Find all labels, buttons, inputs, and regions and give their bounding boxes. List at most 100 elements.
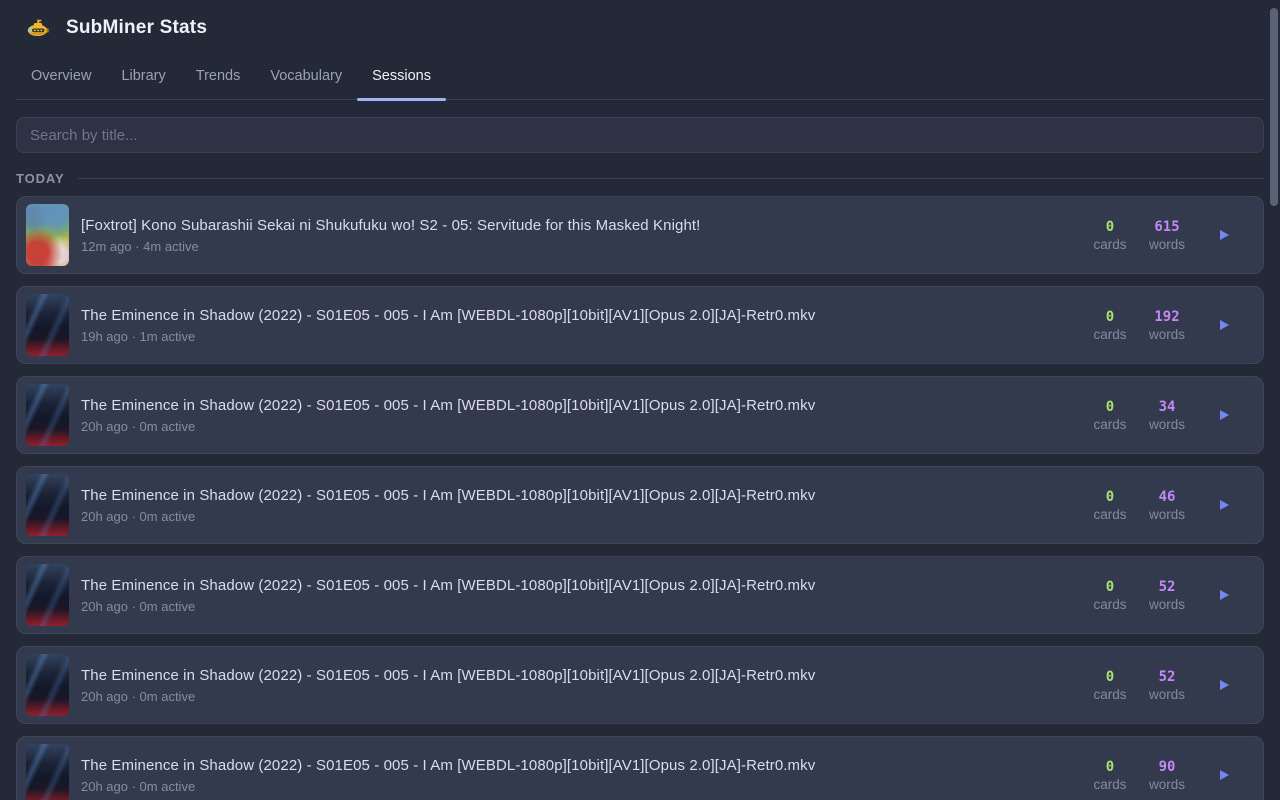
session-stats: 0 cards 52 words xyxy=(1090,669,1233,702)
cards-stat: 0 cards xyxy=(1090,579,1130,612)
session-title: [Foxtrot] Kono Subarashii Sekai ni Shuku… xyxy=(81,217,1074,234)
words-count: 192 xyxy=(1154,309,1179,325)
play-button[interactable] xyxy=(1215,766,1233,784)
session-thumbnail xyxy=(26,474,69,536)
session-stats: 0 cards 34 words xyxy=(1090,399,1233,432)
session-card[interactable]: The Eminence in Shadow (2022) - S01E05 -… xyxy=(16,646,1264,724)
session-stats: 0 cards 615 words xyxy=(1090,219,1233,252)
session-title: The Eminence in Shadow (2022) - S01E05 -… xyxy=(81,487,1074,504)
session-thumbnail xyxy=(26,564,69,626)
section-divider xyxy=(78,178,1264,179)
tab-trends[interactable]: Trends xyxy=(181,62,256,99)
play-button[interactable] xyxy=(1215,406,1233,424)
session-meta: 20h ago · 0m active xyxy=(81,419,1074,434)
play-icon xyxy=(1220,500,1229,510)
cards-stat: 0 cards xyxy=(1090,669,1130,702)
play-button[interactable] xyxy=(1215,226,1233,244)
search-input[interactable] xyxy=(16,117,1264,153)
session-thumbnail xyxy=(26,384,69,446)
session-title: The Eminence in Shadow (2022) - S01E05 -… xyxy=(81,757,1074,774)
play-button[interactable] xyxy=(1215,586,1233,604)
session-stats: 0 cards 52 words xyxy=(1090,579,1233,612)
cards-label: cards xyxy=(1093,237,1126,252)
session-meta: 20h ago · 0m active xyxy=(81,779,1074,794)
search-bar xyxy=(16,117,1264,153)
cards-count: 0 xyxy=(1106,669,1114,685)
session-stats: 0 cards 90 words xyxy=(1090,759,1233,792)
cards-count: 0 xyxy=(1106,219,1114,235)
session-card[interactable]: The Eminence in Shadow (2022) - S01E05 -… xyxy=(16,466,1264,544)
cards-stat: 0 cards xyxy=(1090,399,1130,432)
page: SubMiner Stats Overview Library Trends V… xyxy=(0,0,1280,800)
session-meta: 19h ago · 1m active xyxy=(81,329,1074,344)
words-count: 34 xyxy=(1159,399,1176,415)
tab-sessions[interactable]: Sessions xyxy=(357,62,446,99)
session-card[interactable]: The Eminence in Shadow (2022) - S01E05 -… xyxy=(16,286,1264,364)
session-thumbnail xyxy=(26,744,69,800)
cards-label: cards xyxy=(1093,777,1126,792)
session-meta: 20h ago · 0m active xyxy=(81,689,1074,704)
session-card[interactable]: The Eminence in Shadow (2022) - S01E05 -… xyxy=(16,376,1264,454)
section-header-today: TODAY xyxy=(16,170,1264,187)
words-stat: 192 words xyxy=(1147,309,1187,342)
section-label: TODAY xyxy=(16,171,65,186)
tab-vocabulary[interactable]: Vocabulary xyxy=(255,62,357,99)
scrollbar-thumb[interactable] xyxy=(1270,8,1278,206)
words-stat: 46 words xyxy=(1147,489,1187,522)
cards-count: 0 xyxy=(1106,399,1114,415)
play-icon xyxy=(1220,230,1229,240)
play-icon xyxy=(1220,410,1229,420)
app-title: SubMiner Stats xyxy=(66,17,207,39)
words-stat: 34 words xyxy=(1147,399,1187,432)
session-info: The Eminence in Shadow (2022) - S01E05 -… xyxy=(81,487,1074,524)
words-stat: 90 words xyxy=(1147,759,1187,792)
play-icon xyxy=(1220,590,1229,600)
cards-count: 0 xyxy=(1106,579,1114,595)
app-header: SubMiner Stats xyxy=(16,0,1264,41)
play-icon xyxy=(1220,680,1229,690)
yellow-submarine-icon xyxy=(27,18,49,38)
play-button[interactable] xyxy=(1215,496,1233,514)
words-count: 615 xyxy=(1154,219,1179,235)
tab-overview[interactable]: Overview xyxy=(16,62,106,99)
session-card[interactable]: The Eminence in Shadow (2022) - S01E05 -… xyxy=(16,556,1264,634)
session-title: The Eminence in Shadow (2022) - S01E05 -… xyxy=(81,397,1074,414)
session-title: The Eminence in Shadow (2022) - S01E05 -… xyxy=(81,577,1074,594)
words-label: words xyxy=(1149,597,1185,612)
session-info: The Eminence in Shadow (2022) - S01E05 -… xyxy=(81,397,1074,434)
words-count: 52 xyxy=(1159,669,1176,685)
cards-label: cards xyxy=(1093,507,1126,522)
session-stats: 0 cards 46 words xyxy=(1090,489,1233,522)
session-info: The Eminence in Shadow (2022) - S01E05 -… xyxy=(81,307,1074,344)
words-stat: 52 words xyxy=(1147,579,1187,612)
cards-count: 0 xyxy=(1106,759,1114,775)
cards-label: cards xyxy=(1093,597,1126,612)
words-count: 52 xyxy=(1159,579,1176,595)
session-info: The Eminence in Shadow (2022) - S01E05 -… xyxy=(81,667,1074,704)
tab-bar: Overview Library Trends Vocabulary Sessi… xyxy=(16,62,1264,100)
play-button[interactable] xyxy=(1215,676,1233,694)
words-count: 46 xyxy=(1159,489,1176,505)
words-count: 90 xyxy=(1159,759,1176,775)
words-label: words xyxy=(1149,507,1185,522)
cards-count: 0 xyxy=(1106,309,1114,325)
session-thumbnail xyxy=(26,654,69,716)
play-button[interactable] xyxy=(1215,316,1233,334)
session-meta: 12m ago · 4m active xyxy=(81,239,1074,254)
play-icon xyxy=(1220,770,1229,780)
words-label: words xyxy=(1149,777,1185,792)
session-meta: 20h ago · 0m active xyxy=(81,509,1074,524)
cards-label: cards xyxy=(1093,417,1126,432)
session-card[interactable]: [Foxtrot] Kono Subarashii Sekai ni Shuku… xyxy=(16,196,1264,274)
cards-label: cards xyxy=(1093,327,1126,342)
session-card[interactable]: The Eminence in Shadow (2022) - S01E05 -… xyxy=(16,736,1264,800)
cards-stat: 0 cards xyxy=(1090,309,1130,342)
session-thumbnail xyxy=(26,294,69,356)
cards-stat: 0 cards xyxy=(1090,759,1130,792)
tab-library[interactable]: Library xyxy=(106,62,180,99)
session-thumbnail xyxy=(26,204,69,266)
words-stat: 52 words xyxy=(1147,669,1187,702)
play-icon xyxy=(1220,320,1229,330)
session-info: The Eminence in Shadow (2022) - S01E05 -… xyxy=(81,577,1074,614)
session-info: The Eminence in Shadow (2022) - S01E05 -… xyxy=(81,757,1074,794)
